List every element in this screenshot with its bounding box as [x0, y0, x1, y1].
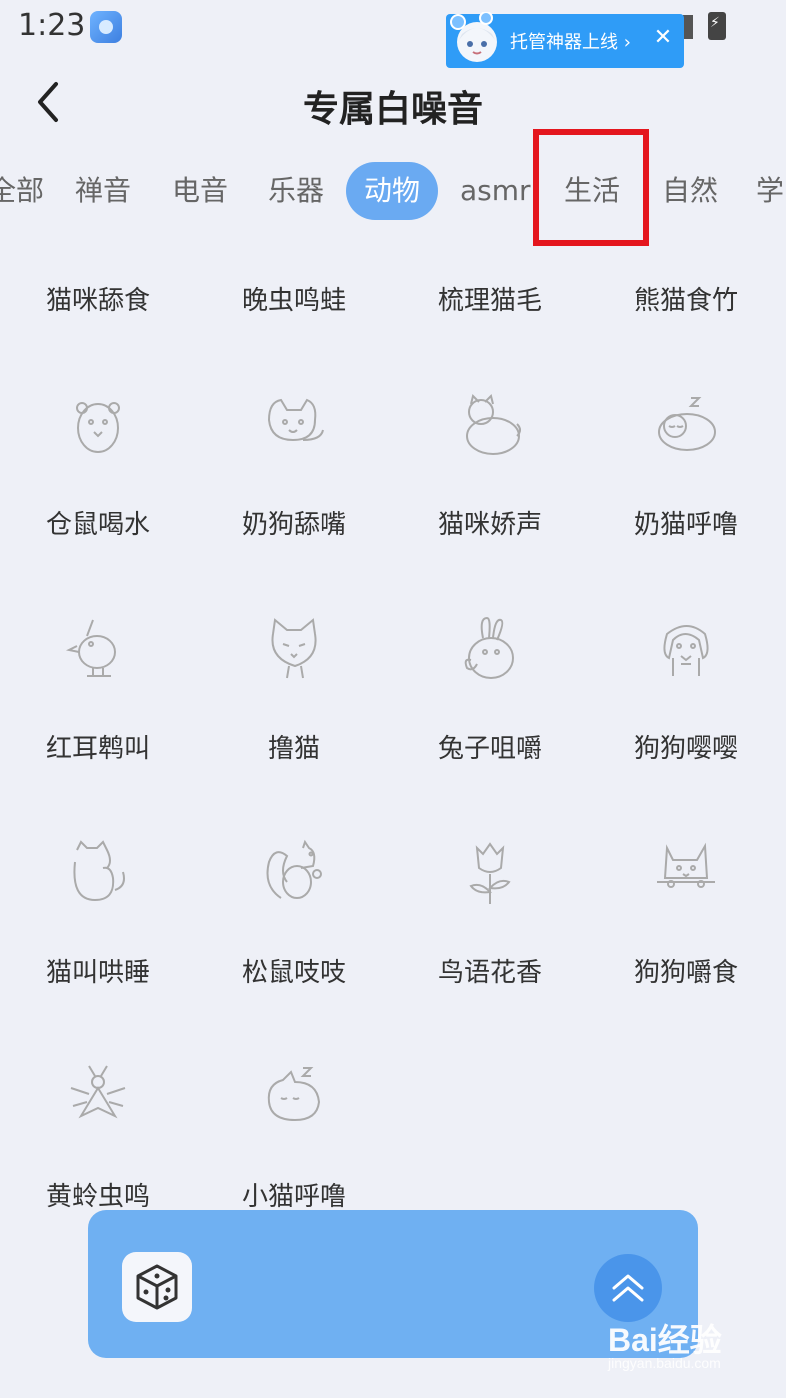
sound-item-label[interactable]: 梳理猫毛 — [392, 280, 588, 317]
header: 专属白噪音 — [0, 60, 786, 150]
category-tabs: 全部 禅音 电音 乐器 动物 asmr 生活 自然 学 — [0, 162, 786, 222]
cricket-icon[interactable] — [63, 1062, 133, 1132]
rabbit-icon[interactable] — [455, 614, 525, 684]
squirrel-icon[interactable] — [259, 838, 329, 908]
cat-face-icon[interactable] — [259, 614, 329, 684]
puppy-icon[interactable] — [259, 390, 329, 460]
sound-item-label[interactable]: 狗狗嘤嘤 — [588, 728, 784, 765]
sound-item-label[interactable]: 猫咪娇声 — [392, 504, 588, 541]
tab-all[interactable]: 全部 — [0, 162, 44, 220]
tab-study[interactable]: 学 — [756, 162, 784, 220]
sound-item-label[interactable]: 黄蛉虫鸣 — [0, 1176, 196, 1213]
watermark-url: jingyan.baidu.com — [608, 1355, 721, 1371]
sound-item-label[interactable]: 兔子咀嚼 — [392, 728, 588, 765]
random-button[interactable] — [122, 1252, 192, 1322]
sound-item-label[interactable]: 撸猫 — [196, 728, 392, 765]
tab-zen[interactable]: 禅音 — [75, 162, 131, 220]
sound-item-label[interactable]: 鸟语花香 — [392, 952, 588, 989]
dice-icon — [136, 1264, 178, 1310]
tab-instrument[interactable]: 乐器 — [268, 162, 324, 220]
dog-peek-icon[interactable] — [651, 838, 721, 908]
highlight-annotation-box — [533, 129, 649, 246]
sound-item-label[interactable]: 奶狗舔嘴 — [196, 504, 392, 541]
tab-asmr[interactable]: asmr — [460, 162, 531, 220]
sound-item-label[interactable]: 仓鼠喝水 — [0, 504, 196, 541]
hamster-icon[interactable] — [63, 390, 133, 460]
signal-icon — [683, 15, 693, 39]
watermark: Bai经验 jingyan.baidu.com — [578, 1305, 758, 1385]
app-notification-icon — [90, 11, 122, 43]
sound-item-label[interactable]: 红耳鹎叫 — [0, 728, 196, 765]
sound-item-label[interactable]: 猫咪舔食 — [0, 280, 196, 317]
cat-back-icon[interactable] — [63, 838, 133, 908]
kitten-sleep-icon[interactable] — [259, 1062, 329, 1132]
close-icon[interactable]: ✕ — [651, 25, 675, 50]
sleeping-cat-icon[interactable] — [651, 390, 721, 460]
bird-icon[interactable] — [63, 614, 133, 684]
tab-electronic[interactable]: 电音 — [172, 162, 228, 220]
sound-item-label[interactable]: 小猫呼噜 — [196, 1176, 392, 1213]
dog-icon[interactable] — [651, 614, 721, 684]
tab-nature[interactable]: 自然 — [662, 162, 718, 220]
sound-item-label[interactable]: 松鼠吱吱 — [196, 952, 392, 989]
sound-item-label[interactable]: 狗狗嚼食 — [588, 952, 784, 989]
sound-item-label[interactable]: 晚虫鸣蛙 — [196, 280, 392, 317]
tab-animal[interactable]: 动物 — [346, 162, 439, 220]
promo-text[interactable]: 托管神器上线 › — [510, 28, 631, 54]
battery-icon — [708, 12, 726, 40]
cat-sitting-icon[interactable] — [455, 390, 525, 460]
flower-icon[interactable] — [455, 838, 525, 908]
sound-item-label[interactable]: 猫叫哄睡 — [0, 952, 196, 989]
sound-item-label[interactable]: 熊猫食竹 — [588, 280, 784, 317]
sound-item-label[interactable]: 奶猫呼噜 — [588, 504, 784, 541]
status-time: 1:23 — [18, 8, 86, 43]
page-title: 专属白噪音 — [302, 89, 483, 130]
